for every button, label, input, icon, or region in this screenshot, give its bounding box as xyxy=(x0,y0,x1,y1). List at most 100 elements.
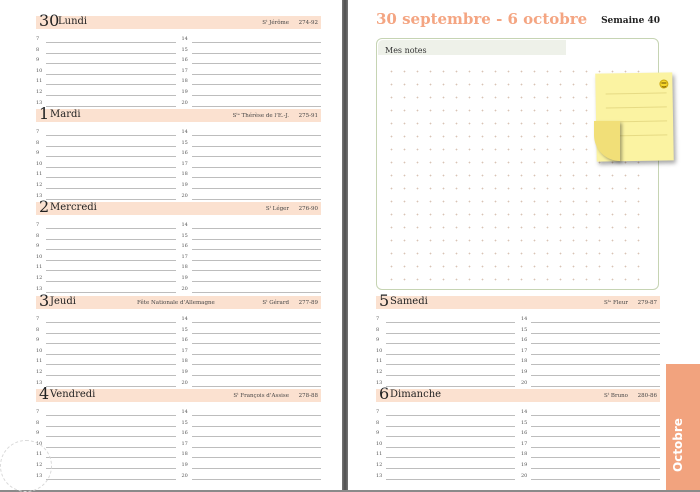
hour-line[interactable]: 17 xyxy=(182,157,321,168)
hour-line[interactable]: 19 xyxy=(182,85,321,96)
notes-box[interactable]: Mes notes xyxy=(376,38,674,290)
hour-line[interactable]: 11 xyxy=(36,74,176,86)
hour-line[interactable]: 8 xyxy=(376,323,515,334)
hour-line[interactable]: 11 xyxy=(36,354,176,366)
hour-line[interactable]: 19 xyxy=(521,458,660,469)
hour-line[interactable]: 7 xyxy=(376,312,515,323)
hour-line[interactable]: 12 xyxy=(36,271,176,282)
hour-line[interactable]: 8 xyxy=(36,229,176,240)
hour-line[interactable]: 16 xyxy=(182,239,321,251)
hour-line[interactable]: 18 xyxy=(521,447,660,459)
hour-line[interactable]: 10 xyxy=(376,437,515,448)
hour-line[interactable]: 15 xyxy=(521,323,660,334)
hour-line[interactable]: 15 xyxy=(182,136,321,147)
hour-line[interactable]: 9 xyxy=(36,146,176,158)
hour-line[interactable]: 12 xyxy=(376,458,515,469)
hour-line[interactable]: 14 xyxy=(521,405,660,416)
hour-line[interactable]: 20 xyxy=(182,469,321,480)
hour-line[interactable]: 13 xyxy=(36,189,176,200)
hour-line[interactable]: 19 xyxy=(182,178,321,189)
hour-line[interactable]: 8 xyxy=(36,43,176,54)
hour-line[interactable]: 9 xyxy=(36,239,176,251)
hour-line[interactable]: 17 xyxy=(182,344,321,355)
hour-line[interactable]: 11 xyxy=(36,167,176,179)
month-tab[interactable]: Octobre xyxy=(666,364,700,490)
hour-line[interactable]: 9 xyxy=(376,333,515,345)
hour-line[interactable]: 13 xyxy=(376,469,515,480)
hour-line[interactable]: 9 xyxy=(36,426,176,438)
hour-line[interactable]: 19 xyxy=(521,365,660,376)
hour-line[interactable]: 10 xyxy=(36,64,176,75)
hour-line[interactable]: 10 xyxy=(36,250,176,261)
hour-line[interactable]: 10 xyxy=(36,157,176,168)
hour-line[interactable]: 15 xyxy=(182,229,321,240)
hour-line[interactable]: 12 xyxy=(36,365,176,376)
hour-line[interactable]: 8 xyxy=(36,136,176,147)
hour-line[interactable]: 12 xyxy=(36,85,176,96)
hour-line[interactable]: 8 xyxy=(376,416,515,427)
hour-line[interactable]: 11 xyxy=(376,447,515,459)
hour-line[interactable]: 7 xyxy=(36,218,176,229)
hour-line[interactable]: 15 xyxy=(182,323,321,334)
hour-line[interactable]: 11 xyxy=(36,260,176,272)
hour-line[interactable]: 19 xyxy=(182,458,321,469)
hour-line[interactable]: 10 xyxy=(376,344,515,355)
hour-line[interactable]: 12 xyxy=(36,178,176,189)
hour-line[interactable]: 13 xyxy=(36,469,176,480)
hour-line[interactable]: 16 xyxy=(182,146,321,158)
hour-line[interactable]: 14 xyxy=(182,405,321,416)
hour-line[interactable]: 16 xyxy=(182,333,321,345)
hour-line[interactable]: 16 xyxy=(521,426,660,438)
hour-line[interactable]: 12 xyxy=(36,458,176,469)
hour-line[interactable]: 10 xyxy=(36,437,176,448)
hour-line[interactable]: 13 xyxy=(36,282,176,293)
hour-line[interactable]: 17 xyxy=(182,64,321,75)
hour-line[interactable]: 9 xyxy=(36,53,176,65)
hour-line[interactable]: 18 xyxy=(182,447,321,459)
hour-line[interactable]: 11 xyxy=(36,447,176,459)
hour-line[interactable]: 19 xyxy=(182,365,321,376)
hour-line[interactable]: 7 xyxy=(36,312,176,323)
hour-line[interactable]: 12 xyxy=(376,365,515,376)
hour-line[interactable]: 14 xyxy=(182,125,321,136)
hour-line[interactable]: 15 xyxy=(182,416,321,427)
hour-line[interactable]: 8 xyxy=(36,416,176,427)
hour-line[interactable]: 11 xyxy=(376,354,515,366)
hour-line[interactable]: 20 xyxy=(182,189,321,200)
hour-line[interactable]: 8 xyxy=(36,323,176,334)
hour-line[interactable]: 15 xyxy=(521,416,660,427)
hour-line[interactable]: 20 xyxy=(182,282,321,293)
hour-line[interactable]: 13 xyxy=(376,376,515,387)
hour-line[interactable]: 7 xyxy=(36,125,176,136)
hour-line[interactable]: 14 xyxy=(182,218,321,229)
hour-line[interactable]: 13 xyxy=(36,376,176,387)
hour-line[interactable]: 17 xyxy=(182,250,321,261)
hour-line[interactable]: 10 xyxy=(36,344,176,355)
hour-line[interactable]: 16 xyxy=(521,333,660,345)
hour-line[interactable]: 14 xyxy=(182,312,321,323)
hour-line[interactable]: 17 xyxy=(521,344,660,355)
hour-line[interactable]: 18 xyxy=(182,167,321,179)
hour-line[interactable]: 19 xyxy=(182,271,321,282)
hour-line[interactable]: 20 xyxy=(182,96,321,107)
hour-line[interactable]: 18 xyxy=(521,354,660,366)
hour-line[interactable]: 9 xyxy=(36,333,176,345)
hour-line[interactable]: 18 xyxy=(182,74,321,86)
hour-line[interactable]: 20 xyxy=(521,469,660,480)
hour-line[interactable]: 17 xyxy=(521,437,660,448)
hour-line[interactable]: 7 xyxy=(36,405,176,416)
hour-line[interactable]: 15 xyxy=(182,43,321,54)
hour-line[interactable]: 13 xyxy=(36,96,176,107)
hour-line[interactable]: 16 xyxy=(182,53,321,65)
hour-line[interactable]: 18 xyxy=(182,354,321,366)
hour-line[interactable]: 14 xyxy=(521,312,660,323)
hour-line[interactable]: 18 xyxy=(182,260,321,272)
hour-line[interactable]: 16 xyxy=(182,426,321,438)
hour-line[interactable]: 7 xyxy=(376,405,515,416)
hour-line[interactable]: 17 xyxy=(182,437,321,448)
hour-line[interactable]: 20 xyxy=(182,376,321,387)
hour-line[interactable]: 7 xyxy=(36,32,176,43)
hour-line[interactable]: 9 xyxy=(376,426,515,438)
hour-line[interactable]: 20 xyxy=(521,376,660,387)
hour-line[interactable]: 14 xyxy=(182,32,321,43)
